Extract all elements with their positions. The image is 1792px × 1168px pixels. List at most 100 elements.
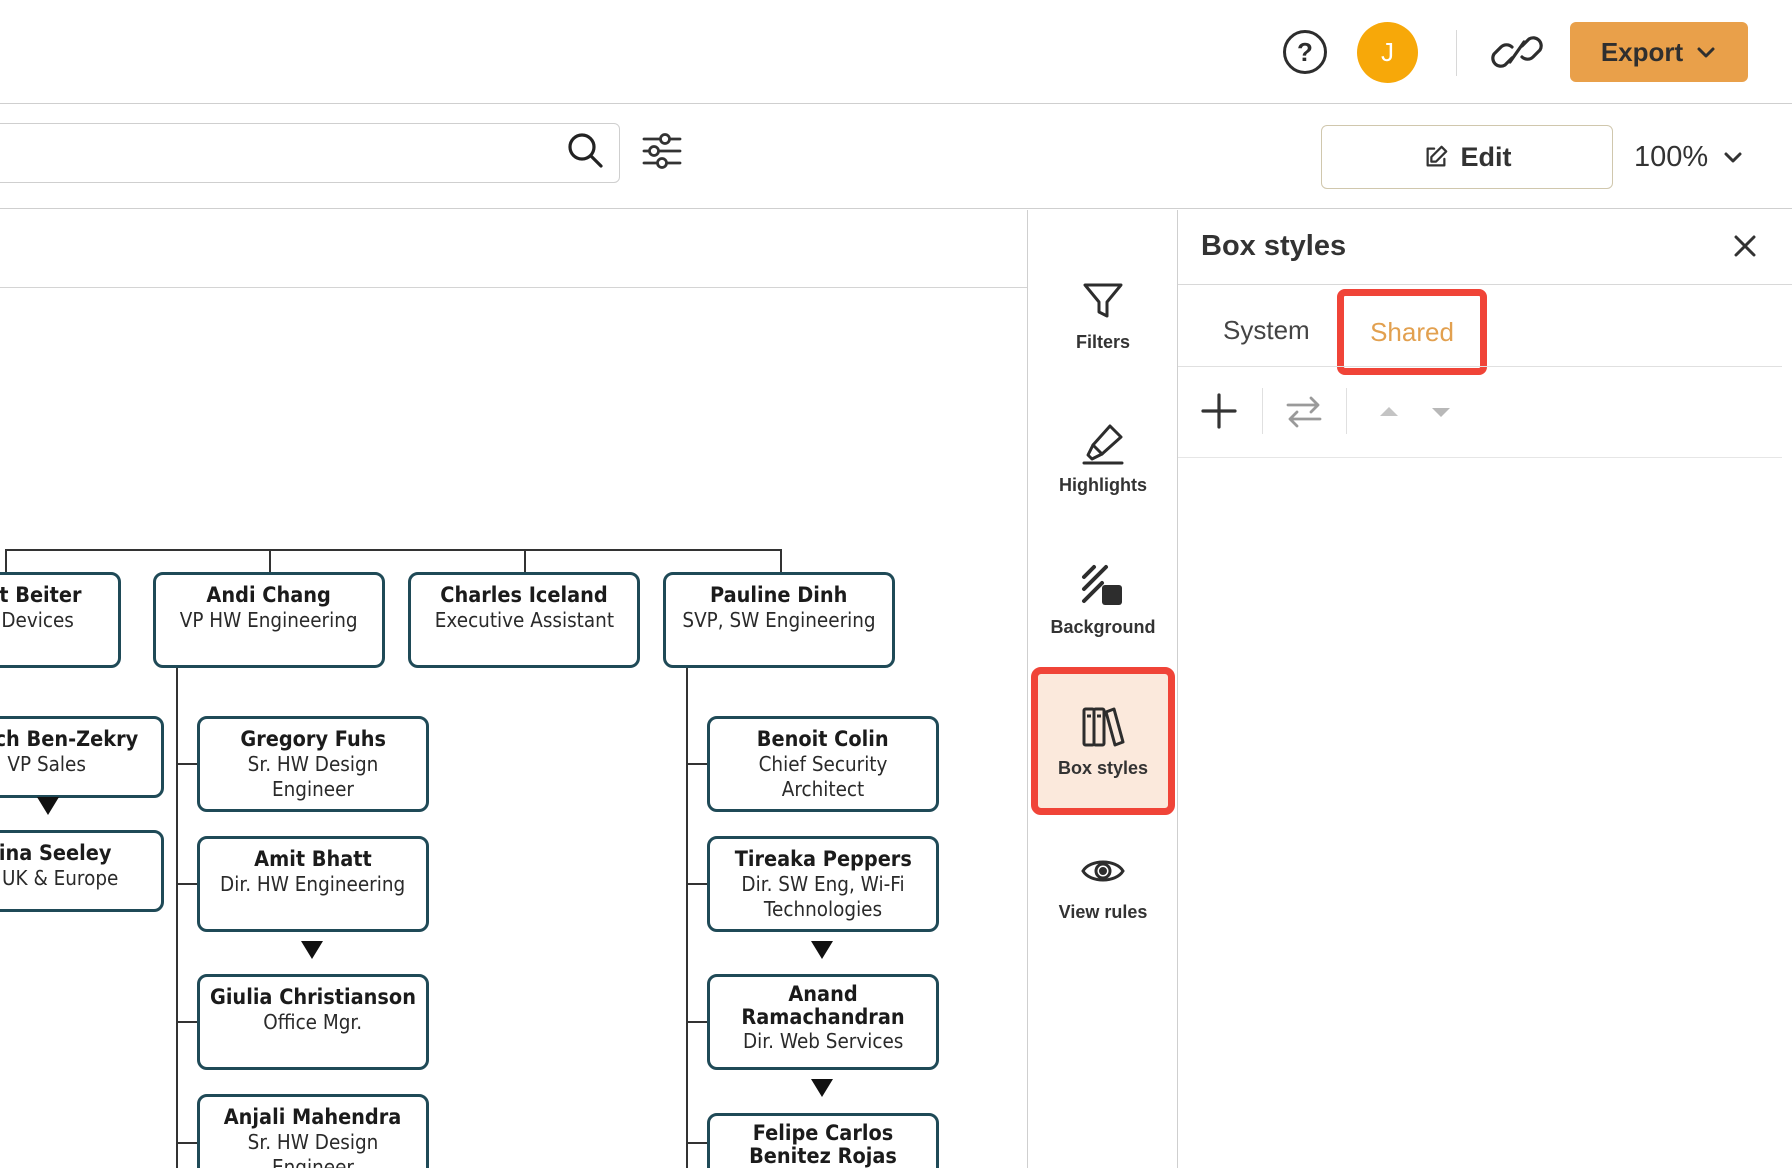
connector-line bbox=[5, 549, 782, 551]
help-button[interactable]: ? bbox=[1283, 30, 1327, 74]
user-avatar[interactable]: J bbox=[1357, 22, 1418, 83]
zoom-value: 100% bbox=[1634, 140, 1709, 173]
org-box-anjali-mahendra[interactable]: Anjali Mahendra Sr. HW Design Engineer bbox=[197, 1094, 429, 1168]
org-box-et-beiter[interactable]: et Beiter , Devices bbox=[0, 572, 121, 668]
org-box-charles-iceland[interactable]: Charles Iceland Executive Assistant bbox=[408, 572, 640, 668]
export-label: Export bbox=[1600, 36, 1684, 67]
panel-header: Box styles bbox=[1178, 210, 1792, 285]
org-box-title: Chief Security Architect bbox=[758, 752, 888, 801]
top-divider bbox=[1456, 30, 1457, 76]
chevron-down-icon bbox=[1724, 152, 1742, 163]
rail-label: Filters bbox=[1075, 331, 1131, 352]
rail-label: Highlights bbox=[1059, 474, 1147, 495]
org-box-title: Dir. Web Services bbox=[742, 1029, 904, 1053]
tab-system[interactable]: System bbox=[1223, 315, 1310, 346]
org-box-gregory-fuhs[interactable]: Gregory Fuhs Sr. HW Design Engineer bbox=[197, 716, 429, 812]
org-box-seeley[interactable]: rina Seeley UK & Europe bbox=[0, 830, 164, 912]
org-chart-canvas[interactable]: et Beiter , Devices Andi Chang VP HW Eng… bbox=[0, 210, 1028, 1168]
question-circle-icon: ? bbox=[1297, 36, 1313, 67]
org-box-name: Tireaka Peppers bbox=[734, 847, 912, 871]
sliders-icon[interactable] bbox=[640, 131, 684, 171]
books-icon bbox=[1082, 707, 1125, 746]
org-box-title: Dir. HW Engineering bbox=[220, 872, 406, 896]
expand-arrow[interactable] bbox=[811, 1079, 833, 1097]
highlighter-icon bbox=[1082, 424, 1124, 464]
expand-arrow[interactable] bbox=[301, 941, 323, 959]
edit-label: Edit bbox=[1460, 141, 1512, 172]
connector-line bbox=[176, 1021, 198, 1023]
org-box-benoit-colin[interactable]: Benoit Colin Chief Security Architect bbox=[707, 716, 939, 812]
org-box-name: Giulia Christianson bbox=[209, 985, 416, 1009]
org-box-tireaka-peppers[interactable]: Tireaka Peppers Dir. SW Eng, Wi-Fi Techn… bbox=[707, 836, 939, 932]
rail-item-filters[interactable]: Filters bbox=[1028, 245, 1178, 385]
org-box-title: , Devices bbox=[0, 608, 75, 632]
org-box-title: VP HW Engineering bbox=[180, 608, 358, 632]
org-box-giulia-christianson[interactable]: Giulia Christianson Office Mgr. bbox=[197, 974, 429, 1070]
org-box-andi-chang[interactable]: Andi Chang VP HW Engineering bbox=[153, 572, 385, 668]
connector-line bbox=[780, 549, 782, 573]
search-input[interactable] bbox=[0, 123, 620, 183]
connector-line bbox=[176, 883, 198, 885]
connector-line bbox=[5, 549, 7, 573]
edit-button[interactable]: Edit bbox=[1321, 125, 1613, 189]
tool-separator bbox=[1346, 388, 1347, 434]
move-up-icon[interactable] bbox=[1378, 404, 1400, 418]
org-box-anand-ramachandran[interactable]: Anand Ramachandran Dir. Web Services bbox=[707, 974, 939, 1070]
org-box-name: uch Ben-Zekry bbox=[0, 727, 139, 751]
org-box-name: rina Seeley bbox=[0, 841, 112, 865]
box-styles-panel: Box styles System Shared bbox=[1178, 210, 1792, 1168]
org-box-title: Dir. SW Eng, Wi-Fi Technologies bbox=[741, 872, 905, 921]
avatar-initial: J bbox=[1381, 37, 1394, 67]
close-icon[interactable] bbox=[1729, 230, 1761, 262]
org-box-name: Anjali Mahendra bbox=[224, 1105, 402, 1129]
edit-pencil-icon bbox=[1426, 145, 1447, 167]
search-icon[interactable] bbox=[565, 130, 605, 170]
rail-item-view-rules[interactable]: View rules bbox=[1028, 815, 1178, 955]
zoom-select[interactable]: 100% bbox=[1634, 134, 1744, 180]
share-link-button[interactable] bbox=[1490, 28, 1544, 76]
org-box-title: VP Sales bbox=[7, 752, 86, 776]
rail-label: Box styles bbox=[1057, 757, 1149, 778]
connector-line bbox=[686, 1142, 708, 1144]
org-box-felipe-benitez-rojas[interactable]: Felipe Carlos Benitez Rojas bbox=[707, 1113, 939, 1168]
rail-item-background[interactable]: Background bbox=[1028, 530, 1178, 670]
connector-line bbox=[686, 668, 688, 1168]
tool-separator bbox=[1262, 388, 1263, 434]
org-box-name: Anand Ramachandran bbox=[741, 982, 905, 1029]
tab-shared-label: Shared bbox=[1370, 316, 1454, 347]
org-box-name: Felipe Carlos Benitez Rojas bbox=[749, 1121, 897, 1168]
add-style-icon[interactable] bbox=[1200, 392, 1238, 430]
org-box-title: Sr. HW Design Engineer bbox=[247, 1130, 379, 1168]
org-box-title: Office Mgr. bbox=[263, 1010, 363, 1034]
side-rail: Filters Highlights Background Box styles… bbox=[1027, 210, 1178, 1168]
connector-line bbox=[176, 763, 198, 765]
org-box-name: Pauline Dinh bbox=[710, 583, 848, 607]
expand-arrow[interactable] bbox=[37, 797, 59, 815]
swap-icon[interactable] bbox=[1284, 392, 1324, 432]
rail-item-highlights[interactable]: Highlights bbox=[1028, 388, 1178, 528]
org-box-name: et Beiter bbox=[0, 583, 82, 607]
connector-line bbox=[686, 883, 708, 885]
org-box-amit-bhatt[interactable]: Amit Bhatt Dir. HW Engineering bbox=[197, 836, 429, 932]
connector-line bbox=[176, 1142, 198, 1144]
org-box-title: Sr. HW Design Engineer bbox=[247, 752, 379, 801]
background-icon bbox=[1082, 564, 1122, 605]
org-box-pauline-dinh[interactable]: Pauline Dinh SVP, SW Engineering bbox=[663, 572, 895, 668]
eye-icon bbox=[1081, 860, 1125, 881]
org-box-ben-zekry[interactable]: uch Ben-Zekry VP Sales bbox=[0, 716, 164, 798]
tabs-divider bbox=[1178, 366, 1782, 367]
panel-title: Box styles bbox=[1201, 230, 1347, 262]
move-down-icon[interactable] bbox=[1430, 406, 1452, 420]
chevron-down-icon bbox=[1697, 47, 1715, 58]
export-button[interactable]: Export bbox=[1570, 22, 1748, 82]
rail-item-box-styles[interactable]: Box styles bbox=[1031, 667, 1175, 815]
org-box-title: UK & Europe bbox=[1, 866, 118, 890]
funnel-icon bbox=[1083, 283, 1123, 317]
org-box-name: Amit Bhatt bbox=[254, 847, 372, 871]
top-bar: ? J Export bbox=[0, 0, 1792, 104]
link-icon bbox=[1491, 36, 1543, 68]
org-box-name: Andi Chang bbox=[206, 583, 332, 607]
connector-line bbox=[176, 668, 178, 1168]
expand-arrow[interactable] bbox=[811, 941, 833, 959]
tab-shared[interactable]: Shared bbox=[1337, 289, 1487, 375]
